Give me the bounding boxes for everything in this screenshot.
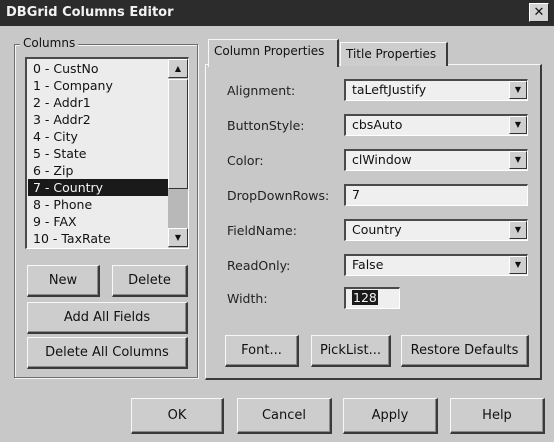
chevron-down-icon: ▼ bbox=[514, 85, 522, 94]
chevron-down-icon: ▼ bbox=[514, 225, 522, 234]
delete-all-columns-label: Delete All Columns bbox=[45, 345, 169, 360]
font-button[interactable]: Font... bbox=[225, 335, 299, 367]
columns-listbox[interactable]: 0 - CustNo 1 - Company 2 - Addr1 3 - Add… bbox=[25, 57, 189, 249]
width-value: 128 bbox=[352, 290, 378, 305]
ok-button-label: OK bbox=[167, 408, 187, 423]
list-item[interactable]: 9 - FAX bbox=[31, 213, 167, 230]
buttonstyle-combo[interactable]: cbsAuto ▼ bbox=[344, 114, 528, 136]
list-item[interactable]: 5 - State bbox=[31, 145, 167, 162]
dropdownrows-value: 7 bbox=[352, 187, 360, 202]
alignment-dropdown-button[interactable]: ▼ bbox=[509, 81, 527, 99]
add-all-fields-label: Add All Fields bbox=[63, 310, 151, 325]
list-item[interactable]: 8 - Phone bbox=[31, 196, 167, 213]
arrow-down-icon: ▼ bbox=[174, 233, 182, 242]
dropdownrows-field[interactable]: 7 bbox=[344, 184, 528, 206]
color-value: clWindow bbox=[352, 152, 412, 167]
fieldname-value: Country bbox=[352, 222, 402, 237]
delete-all-columns-button[interactable]: Delete All Columns bbox=[27, 337, 188, 369]
help-button-label: Help bbox=[482, 408, 512, 423]
restore-defaults-label: Restore Defaults bbox=[410, 343, 519, 358]
picklist-button[interactable]: PickList... bbox=[311, 335, 391, 367]
fieldname-combo[interactable]: Country ▼ bbox=[344, 219, 528, 241]
new-button[interactable]: New bbox=[27, 265, 100, 297]
scroll-up-button[interactable]: ▲ bbox=[168, 59, 188, 78]
readonly-label: ReadOnly: bbox=[227, 258, 291, 273]
title-bar: DBGrid Columns Editor ✕ bbox=[0, 0, 554, 26]
list-item[interactable]: 2 - Addr1 bbox=[31, 94, 167, 111]
tab-column-properties[interactable]: Column Properties bbox=[208, 39, 339, 67]
dropdownrows-label: DropDownRows: bbox=[227, 188, 330, 203]
width-field[interactable]: 128 bbox=[344, 287, 400, 309]
add-all-fields-button[interactable]: Add All Fields bbox=[27, 302, 188, 334]
columns-group-label: Columns bbox=[20, 36, 79, 50]
cancel-button[interactable]: Cancel bbox=[237, 398, 332, 434]
buttonstyle-label: ButtonStyle: bbox=[227, 118, 305, 133]
window-title: DBGrid Columns Editor bbox=[6, 5, 174, 20]
color-label: Color: bbox=[227, 153, 264, 168]
alignment-value: taLeftJustify bbox=[352, 82, 427, 97]
ok-button[interactable]: OK bbox=[131, 398, 224, 434]
alignment-label: Alignment: bbox=[227, 83, 296, 98]
tab-title-properties-label: Title Properties bbox=[346, 47, 437, 61]
delete-button[interactable]: Delete bbox=[112, 265, 188, 297]
tab-column-properties-label: Column Properties bbox=[214, 44, 325, 58]
delete-button-label: Delete bbox=[128, 273, 171, 288]
cancel-button-label: Cancel bbox=[261, 408, 307, 423]
color-dropdown-button[interactable]: ▼ bbox=[509, 151, 527, 169]
buttonstyle-dropdown-button[interactable]: ▼ bbox=[509, 116, 527, 134]
list-item[interactable]: 10 - TaxRate bbox=[31, 230, 167, 247]
list-item[interactable]: 3 - Addr2 bbox=[31, 111, 167, 128]
list-item-selected[interactable]: 7 - Country bbox=[28, 179, 168, 196]
readonly-combo[interactable]: False ▼ bbox=[344, 254, 528, 276]
apply-button[interactable]: Apply bbox=[343, 398, 438, 434]
chevron-down-icon: ▼ bbox=[514, 155, 522, 164]
chevron-down-icon: ▼ bbox=[514, 120, 522, 129]
picklist-button-label: PickList... bbox=[320, 343, 381, 358]
fieldname-dropdown-button[interactable]: ▼ bbox=[509, 221, 527, 239]
width-label: Width: bbox=[227, 291, 268, 306]
apply-button-label: Apply bbox=[371, 408, 409, 423]
list-item[interactable]: 1 - Company bbox=[31, 77, 167, 94]
arrow-up-icon: ▲ bbox=[174, 64, 182, 73]
color-combo[interactable]: clWindow ▼ bbox=[344, 149, 528, 171]
columns-scrollbar[interactable]: ▲ ▼ bbox=[168, 59, 188, 248]
new-button-label: New bbox=[48, 273, 78, 288]
readonly-dropdown-button[interactable]: ▼ bbox=[509, 256, 527, 274]
buttonstyle-value: cbsAuto bbox=[352, 117, 403, 132]
fieldname-label: FieldName: bbox=[227, 223, 297, 238]
chevron-down-icon: ▼ bbox=[514, 260, 522, 269]
list-item[interactable]: 0 - CustNo bbox=[31, 60, 167, 77]
list-item[interactable]: 6 - Zip bbox=[31, 162, 167, 179]
readonly-value: False bbox=[352, 257, 384, 272]
close-icon: ✕ bbox=[533, 5, 545, 20]
scroll-down-button[interactable]: ▼ bbox=[168, 228, 188, 247]
close-button[interactable]: ✕ bbox=[529, 3, 549, 22]
restore-defaults-button[interactable]: Restore Defaults bbox=[401, 335, 529, 367]
alignment-combo[interactable]: taLeftJustify ▼ bbox=[344, 79, 528, 101]
scroll-thumb[interactable] bbox=[168, 79, 188, 189]
tab-title-properties[interactable]: Title Properties bbox=[340, 42, 448, 66]
list-item[interactable]: 4 - City bbox=[31, 128, 167, 145]
help-button[interactable]: Help bbox=[450, 398, 545, 434]
font-button-label: Font... bbox=[241, 343, 282, 358]
